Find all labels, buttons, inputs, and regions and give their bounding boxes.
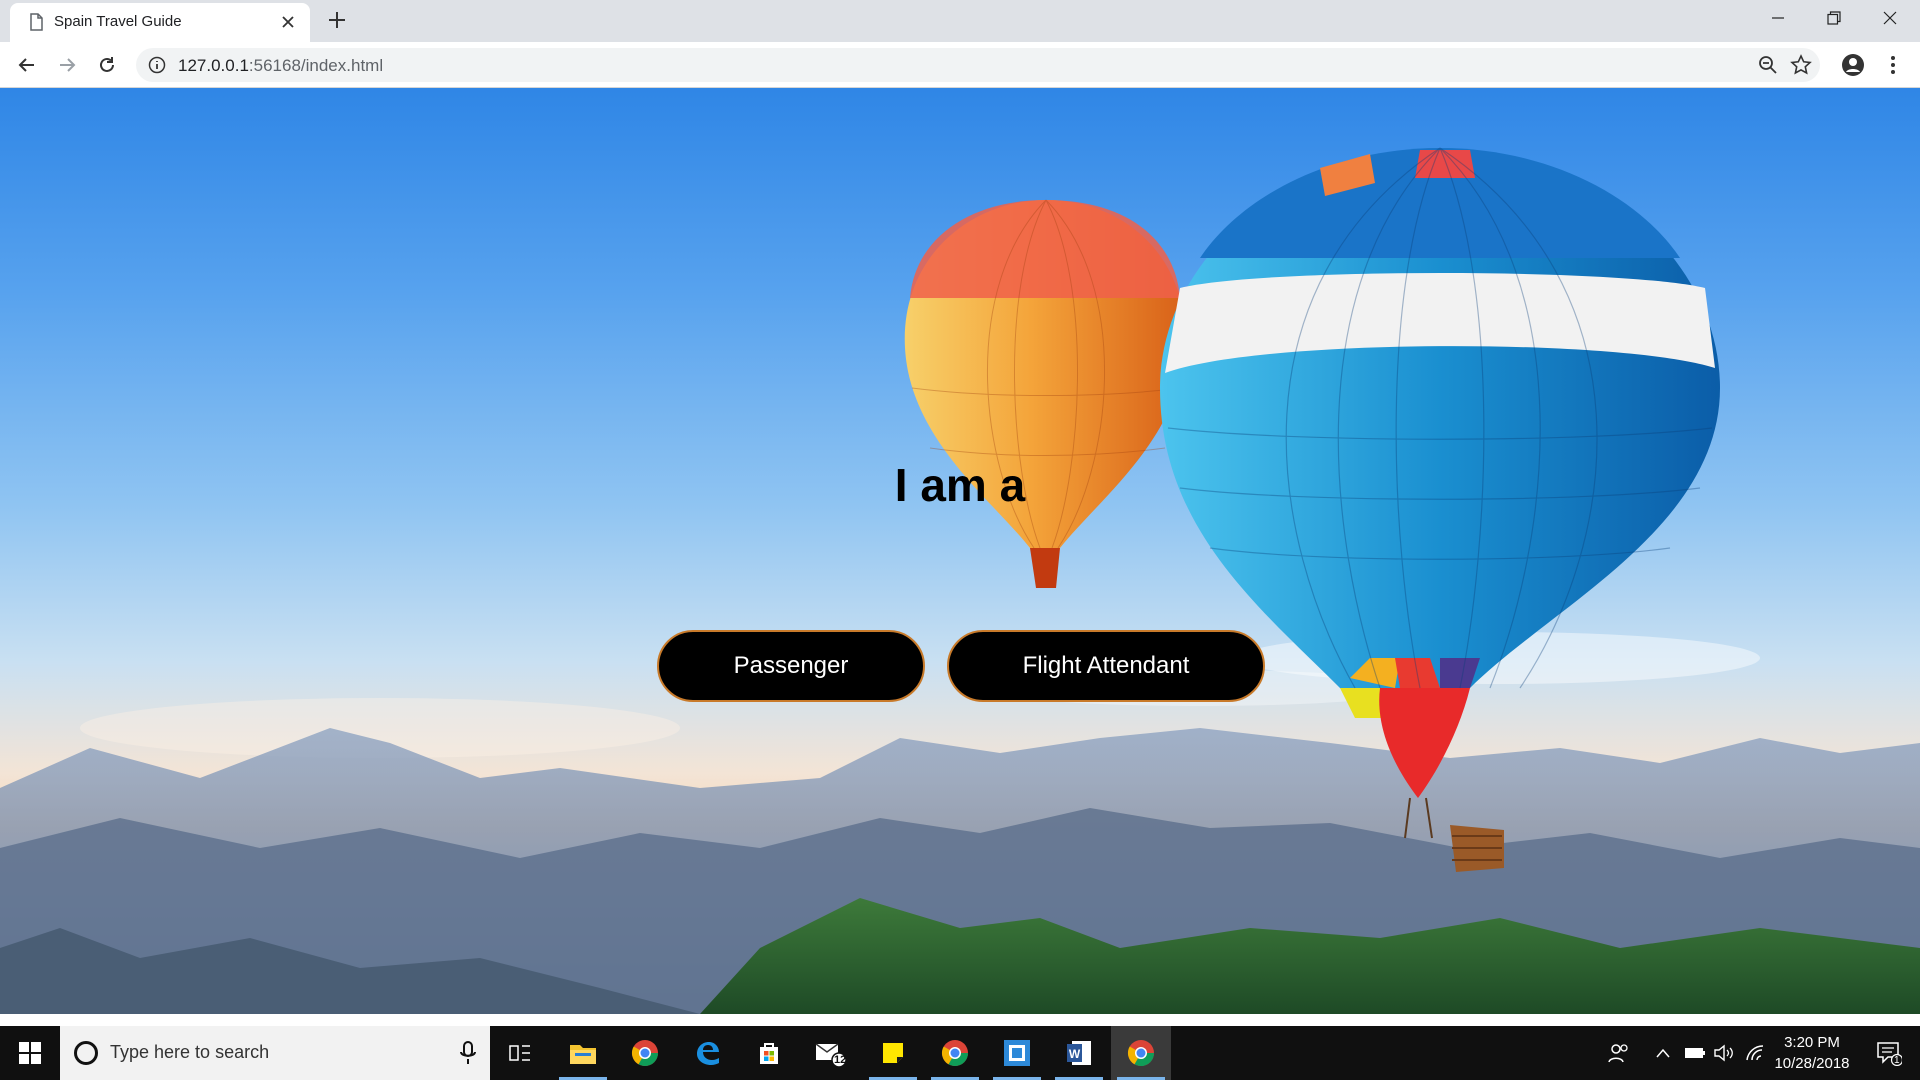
battery-icon[interactable]: [1680, 1026, 1710, 1080]
tab-title: Spain Travel Guide: [54, 13, 182, 30]
word-icon[interactable]: W: [1049, 1026, 1109, 1080]
edge-icon[interactable]: [677, 1026, 737, 1080]
menu-icon[interactable]: [1880, 52, 1906, 78]
chrome-active-icon[interactable]: [1111, 1026, 1171, 1080]
terminal-app-icon[interactable]: [987, 1026, 1047, 1080]
clock-date: 10/28/2018: [1774, 1055, 1850, 1072]
new-tab-icon[interactable]: [326, 9, 348, 31]
show-hidden-icons-icon[interactable]: [1650, 1026, 1676, 1080]
minimize-icon[interactable]: [1750, 0, 1806, 36]
address-bar[interactable]: 127.0.0.1:56168/index.html: [136, 48, 1820, 82]
page-bottom-gap: [0, 1014, 1920, 1026]
hot-air-balloon-background: [0, 147, 1920, 1014]
mail-badge: 12: [834, 1054, 847, 1066]
action-center-icon[interactable]: 1: [1864, 1026, 1914, 1080]
chrome-window-icon[interactable]: [925, 1026, 985, 1080]
profile-icon[interactable]: [1840, 52, 1866, 78]
browser-toolbar: 127.0.0.1:56168/index.html: [0, 42, 1920, 88]
wifi-icon[interactable]: [1740, 1026, 1770, 1080]
cortana-icon[interactable]: [74, 1041, 98, 1065]
taskbar-clock[interactable]: 3:20 PM 10/28/2018: [1770, 1032, 1854, 1074]
close-tab-icon[interactable]: [278, 12, 298, 32]
windows-taskbar: Type here to search 12 W 3:20 PM 10/28/2…: [0, 1026, 1920, 1080]
taskbar-search-box[interactable]: Type here to search: [60, 1026, 490, 1080]
reload-icon[interactable]: [93, 51, 121, 79]
page-icon: [30, 13, 43, 31]
people-icon[interactable]: [1602, 1026, 1636, 1080]
zoom-icon[interactable]: [1758, 55, 1778, 75]
windows-start-icon[interactable]: [0, 1026, 60, 1080]
flight-attendant-button[interactable]: Flight Attendant: [947, 630, 1265, 702]
restore-icon[interactable]: [1806, 0, 1862, 36]
search-placeholder: Type here to search: [110, 1042, 270, 1062]
clock-time: 3:20 PM: [1784, 1034, 1840, 1051]
browser-tab[interactable]: Spain Travel Guide: [10, 3, 310, 42]
sticky-notes-icon[interactable]: [863, 1026, 923, 1080]
svg-text:W: W: [1069, 1047, 1081, 1061]
page-viewport: I am a Passenger Flight Attendant: [0, 88, 1920, 1014]
chrome-icon[interactable]: [615, 1026, 675, 1080]
url-text[interactable]: 127.0.0.1:56168/index.html: [178, 56, 383, 76]
page-headline: I am a: [894, 459, 1026, 511]
info-icon[interactable]: [148, 56, 166, 74]
mail-icon[interactable]: 12: [801, 1026, 861, 1080]
back-icon[interactable]: [13, 51, 41, 79]
orange-balloon: [904, 199, 1186, 588]
microphone-icon[interactable]: [458, 1040, 478, 1066]
forward-icon[interactable]: [53, 51, 81, 79]
browser-tabstrip: Spain Travel Guide: [0, 0, 1920, 42]
file-explorer-icon[interactable]: [553, 1026, 613, 1080]
passenger-button[interactable]: Passenger: [657, 630, 925, 702]
notification-count: 1: [1894, 1055, 1900, 1066]
microsoft-store-icon[interactable]: [739, 1026, 799, 1080]
bookmark-star-icon[interactable]: [1790, 54, 1812, 76]
task-view-icon[interactable]: [490, 1026, 550, 1080]
volume-icon[interactable]: [1710, 1026, 1740, 1080]
close-window-icon[interactable]: [1862, 0, 1918, 36]
